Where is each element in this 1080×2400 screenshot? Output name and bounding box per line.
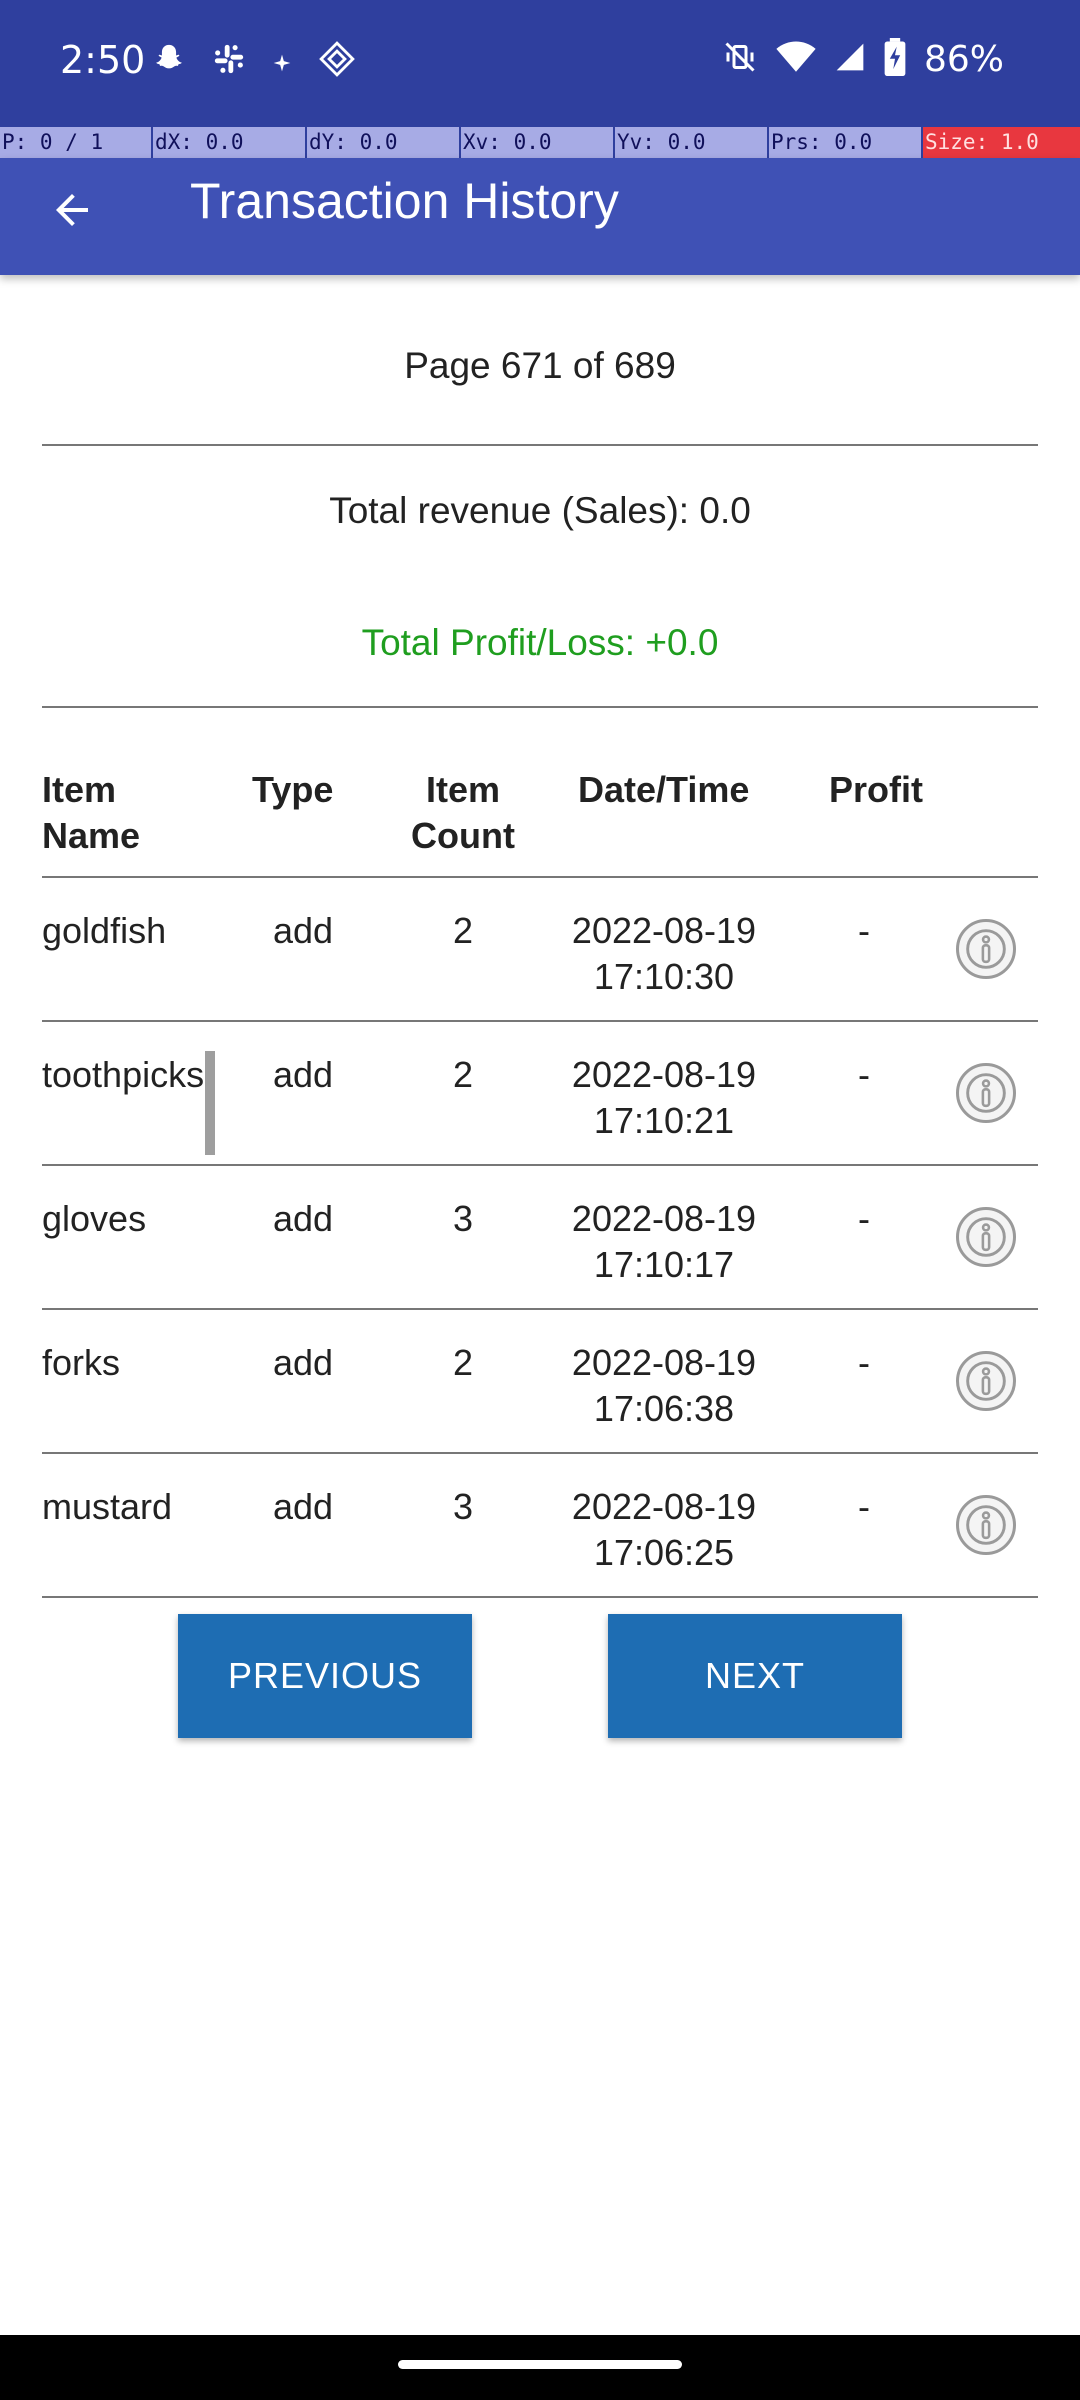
table-row: gloves add 3 2022-08-19 17:10:17 - [0, 1166, 1080, 1310]
back-button[interactable] [40, 178, 104, 242]
pointer-size: Size: 1.0 [923, 127, 1080, 158]
notification-icons [152, 40, 356, 83]
header-item-name-line2: Name [42, 815, 141, 856]
row-date-time: 2022-08-19 17:06:25 [553, 1484, 775, 1576]
signal-icon [834, 40, 866, 78]
total-revenue: Total revenue (Sales): 0.0 [329, 490, 751, 531]
row-item-count: 2 [452, 1342, 474, 1383]
header-item-name-line1: Item [42, 769, 117, 810]
row-type: add [272, 1342, 334, 1383]
row-item-name: toothpicks [42, 1054, 205, 1095]
row-type: add [272, 910, 334, 951]
row-date: 2022-08-19 [571, 910, 757, 951]
row-item-count: 3 [452, 1198, 474, 1239]
divider [42, 1596, 1038, 1598]
pointer-dy: dY: 0.0 [307, 127, 461, 158]
info-icon [966, 1505, 1006, 1545]
row-item-count: 2 [452, 910, 474, 951]
row-item-count: 3 [452, 1486, 474, 1527]
header-type: Type [252, 769, 334, 810]
battery-icon [884, 38, 906, 80]
page-title: Transaction History [190, 173, 619, 229]
pointer-xv: Xv: 0.0 [461, 127, 615, 158]
row-date-time: 2022-08-19 17:10:17 [553, 1196, 775, 1288]
row-date: 2022-08-19 [571, 1342, 757, 1383]
row-profit: - [858, 910, 870, 951]
info-icon [966, 1361, 1006, 1401]
header-profit: Profit [829, 769, 923, 810]
text-scroll-indicator [205, 1051, 215, 1155]
app-bar: Transaction History [0, 158, 1080, 275]
diamond-icon [318, 40, 356, 83]
row-time: 17:10:21 [593, 1100, 735, 1141]
row-time: 17:10:30 [593, 956, 735, 997]
wifi-icon [776, 39, 816, 79]
row-info-button[interactable] [956, 1495, 1016, 1555]
row-item-name: goldfish [42, 910, 167, 951]
header-item-count: Item Count [408, 767, 518, 859]
header-item-name: Item Name [42, 767, 140, 859]
snapchat-icon [152, 42, 186, 81]
row-time: 17:10:17 [593, 1244, 735, 1285]
battery-percent: 86% [923, 38, 1004, 80]
previous-button[interactable]: PREVIOUS [178, 1614, 472, 1738]
home-gesture-handle[interactable] [398, 2360, 682, 2369]
row-date-time: 2022-08-19 17:10:21 [553, 1052, 775, 1144]
row-date-time: 2022-08-19 17:10:30 [553, 908, 775, 1000]
sparkle-icon [272, 46, 292, 78]
next-button[interactable]: NEXT [608, 1614, 902, 1738]
total-profit-loss: Total Profit/Loss: +0.0 [361, 622, 719, 663]
status-bar: 2:50 86% [0, 0, 1080, 127]
vibrate-off-icon [722, 39, 758, 79]
navigation-bar [0, 2335, 1080, 2400]
row-time: 17:06:38 [593, 1388, 735, 1429]
row-item-name: mustard [42, 1486, 173, 1527]
slack-icon [212, 42, 246, 81]
table-row: toothpicks add 2 2022-08-19 17:10:21 - [0, 1022, 1080, 1166]
row-profit: - [858, 1486, 870, 1527]
system-status-icons: 86% [722, 38, 1004, 80]
row-item-name: forks [42, 1342, 121, 1383]
info-icon [966, 1073, 1006, 1113]
row-info-button[interactable] [956, 919, 1016, 979]
row-item-name: gloves [42, 1198, 147, 1239]
row-type: add [272, 1486, 334, 1527]
row-info-button[interactable] [956, 1351, 1016, 1411]
pointer-yv: Yv: 0.0 [615, 127, 769, 158]
row-profit: - [858, 1342, 870, 1383]
page-indicator: Page 671 of 689 [404, 345, 676, 386]
table-row: goldfish add 2 2022-08-19 17:10:30 - [0, 878, 1080, 1022]
row-date: 2022-08-19 [571, 1486, 757, 1527]
row-info-button[interactable] [956, 1063, 1016, 1123]
header-item-count-line1: Item [425, 769, 501, 810]
row-profit: - [858, 1054, 870, 1095]
pointer-dx: dX: 0.0 [153, 127, 307, 158]
header-date-time: Date/Time [578, 769, 750, 810]
row-info-button[interactable] [956, 1207, 1016, 1267]
info-icon [966, 929, 1006, 969]
table-row: mustard add 3 2022-08-19 17:06:25 - [0, 1454, 1080, 1598]
row-item-count: 2 [452, 1054, 474, 1095]
status-time: 2:50 [60, 38, 146, 82]
row-type: add [272, 1054, 334, 1095]
row-type: add [272, 1198, 334, 1239]
row-date-time: 2022-08-19 17:06:38 [553, 1340, 775, 1432]
table-row: forks add 2 2022-08-19 17:06:38 - [0, 1310, 1080, 1454]
back-arrow-icon [56, 194, 88, 226]
row-date: 2022-08-19 [571, 1198, 757, 1239]
pointer-location-overlay: P: 0 / 1 dX: 0.0 dY: 0.0 Xv: 0.0 Yv: 0.0… [0, 127, 1080, 158]
header-item-count-line2: Count [411, 815, 515, 856]
row-profit: - [858, 1198, 870, 1239]
info-icon [966, 1217, 1006, 1257]
divider [42, 706, 1038, 708]
divider [42, 444, 1038, 446]
row-date: 2022-08-19 [571, 1054, 757, 1095]
pointer-pressure: Prs: 0.0 [769, 127, 923, 158]
pointer-count: P: 0 / 1 [0, 127, 153, 158]
row-time: 17:06:25 [593, 1532, 735, 1573]
